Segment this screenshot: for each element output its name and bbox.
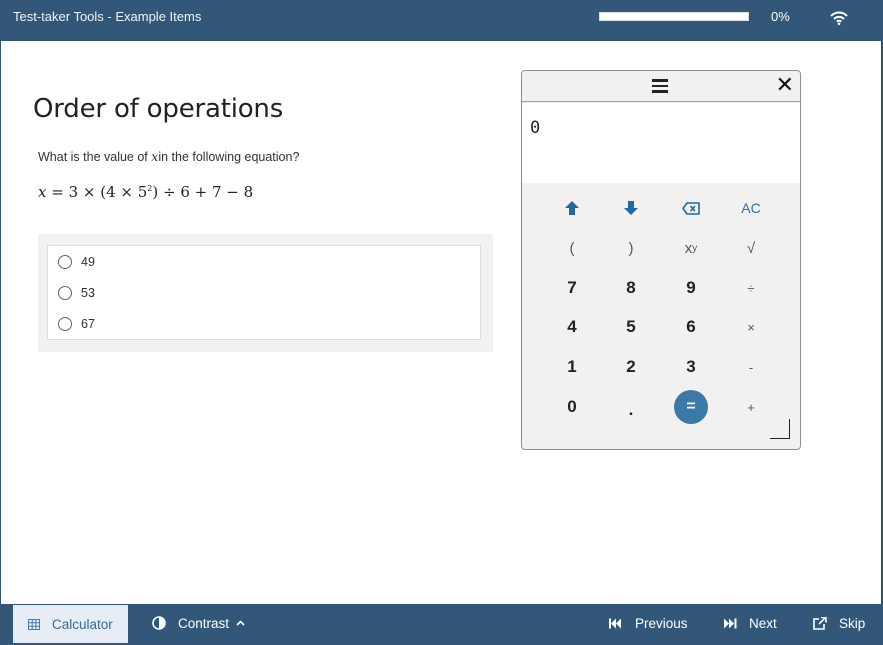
header-bar: Test-taker Tools - Example Items 0% <box>0 0 883 41</box>
external-link-icon <box>813 616 827 630</box>
display-value: 0 <box>530 118 541 138</box>
progress-bar <box>599 12 749 21</box>
digit-4-button[interactable]: 4 <box>552 310 592 344</box>
choice-option-2[interactable]: 53 <box>58 283 95 303</box>
multiply-button[interactable]: × <box>731 310 771 344</box>
calculator-grid-icon <box>28 618 40 630</box>
contrast-tool-label: Contrast <box>178 615 230 631</box>
digit-3-button[interactable]: 3 <box>671 350 711 384</box>
power-base: x <box>684 239 693 257</box>
progress-label: 0% <box>771 9 790 24</box>
radio-button[interactable] <box>58 255 72 269</box>
left-paren-button[interactable]: ( <box>552 231 592 265</box>
calculator-window: ✕ 0 AC ( ) xy √ 7 8 9 ÷ 4 5 6 × 1 2 3 - <box>521 70 801 450</box>
next-button[interactable]: Next <box>723 604 777 642</box>
digit-6-button[interactable]: 6 <box>671 310 711 344</box>
fast-forward-icon <box>723 618 737 629</box>
calculator-tool-label: Calculator <box>52 616 113 632</box>
equation-part1: = 3 × (4 × 5 <box>46 183 148 201</box>
choice-option-3[interactable]: 67 <box>58 314 95 334</box>
digit-9-button[interactable]: 9 <box>671 271 711 305</box>
all-clear-button[interactable]: AC <box>731 191 771 225</box>
radio-button[interactable] <box>58 317 72 331</box>
subtract-button[interactable]: - <box>731 350 771 384</box>
choice-label: 53 <box>81 286 95 300</box>
answer-choices-list: 49 53 67 <box>47 245 481 340</box>
calculator-tool-button[interactable]: Calculator <box>13 605 128 643</box>
backspace-button[interactable] <box>671 191 711 225</box>
add-button[interactable]: + <box>731 390 771 424</box>
rewind-icon <box>609 618 623 629</box>
contrast-icon <box>152 616 166 630</box>
history-down-button[interactable] <box>611 191 651 225</box>
calculator-titlebar[interactable]: ✕ <box>522 71 800 102</box>
equation-part2: ) ÷ 6 + 7 − 8 <box>152 183 254 201</box>
right-paren-button[interactable]: ) <box>611 231 651 265</box>
equals-button[interactable]: = <box>671 390 711 424</box>
chevron-up-icon <box>236 620 245 626</box>
digit-7-button[interactable]: 7 <box>552 271 592 305</box>
equation: x = 3 × (4 × 52) ÷ 6 + 7 − 8 <box>38 183 253 201</box>
divide-button[interactable]: ÷ <box>731 271 771 305</box>
power-button[interactable]: xy <box>671 231 711 265</box>
hamburger-menu-icon[interactable] <box>652 79 668 93</box>
sqrt-button[interactable]: √ <box>731 231 771 265</box>
down-arrow-icon <box>624 201 638 215</box>
backspace-icon <box>682 201 700 215</box>
prompt-text-after: in the following equation? <box>158 150 300 164</box>
digit-0-button[interactable]: 0 <box>552 390 592 424</box>
prompt-text-before: What is the value of <box>38 150 152 164</box>
close-icon[interactable]: ✕ <box>776 74 794 98</box>
skip-label: Skip <box>839 615 866 631</box>
history-up-button[interactable] <box>552 191 592 225</box>
answer-choices-panel: 49 53 67 <box>38 234 493 352</box>
previous-label: Previous <box>635 615 688 631</box>
digit-8-button[interactable]: 8 <box>611 271 651 305</box>
choice-label: 67 <box>81 317 95 331</box>
contrast-tool-button[interactable]: Contrast <box>152 604 245 642</box>
wifi-icon <box>830 11 848 25</box>
choice-option-1[interactable]: 49 <box>58 252 95 272</box>
question-title: Order of operations <box>33 94 284 124</box>
digit-5-button[interactable]: 5 <box>611 310 651 344</box>
footer-toolbar: Calculator Contrast Previous Next Skip <box>0 604 883 645</box>
radio-button[interactable] <box>58 286 72 300</box>
equals-label: = <box>674 390 708 424</box>
up-arrow-icon <box>565 201 579 215</box>
digit-1-button[interactable]: 1 <box>552 350 592 384</box>
power-exponent: y <box>692 242 698 254</box>
calculator-display: 0 <box>522 103 800 183</box>
previous-button[interactable]: Previous <box>609 604 688 642</box>
skip-button[interactable]: Skip <box>813 604 865 642</box>
next-label: Next <box>749 615 777 631</box>
resize-handle[interactable] <box>770 419 790 439</box>
app-title: Test-taker Tools - Example Items <box>13 9 202 24</box>
choice-label: 49 <box>81 255 95 269</box>
decimal-button[interactable]: . <box>611 393 651 427</box>
digit-2-button[interactable]: 2 <box>611 350 651 384</box>
question-prompt: What is the value of xin the following e… <box>38 149 299 164</box>
